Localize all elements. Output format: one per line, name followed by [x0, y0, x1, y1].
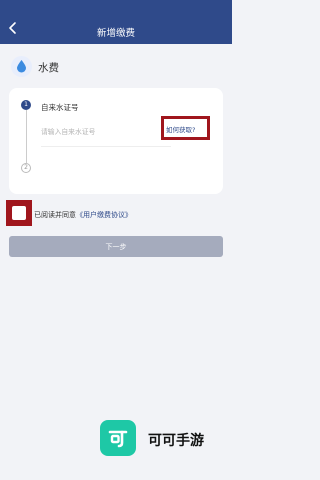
step-indicator-1: 1	[21, 100, 31, 110]
agreement-text: 已阅读并同意《用户缴费协议》	[34, 210, 132, 220]
watermark-logo	[100, 420, 136, 456]
how-to-get-label: 如何获取?	[166, 126, 196, 134]
agreement-link[interactable]: 《用户缴费协议》	[76, 211, 132, 219]
next-button[interactable]: 下一步	[9, 236, 223, 257]
navigation-bar: 新增缴费	[0, 0, 232, 44]
watermark-brand: 可可手游	[148, 433, 204, 449]
water-drop-icon	[11, 56, 32, 77]
step-indicator-2: 2	[21, 163, 31, 173]
agreement-checkbox[interactable]	[6, 200, 32, 226]
watermark: 可可手游	[100, 420, 232, 460]
service-name: 水费	[38, 62, 59, 74]
agreement-row: 已阅读并同意《用户缴费协议》	[0, 198, 232, 228]
page-title: 新增缴费	[96, 28, 135, 39]
form-card: 1 2 自来水证号 如何获取?	[9, 88, 223, 194]
field-label: 自来水证号	[41, 103, 79, 112]
service-row: 水费	[0, 54, 232, 80]
field-underline	[41, 146, 171, 147]
logo-glyph-icon	[108, 430, 128, 448]
checkbox-box	[12, 206, 26, 220]
step-connector	[25, 110, 27, 163]
agreement-prefix: 已阅读并同意	[34, 211, 76, 219]
water-account-input[interactable]	[41, 126, 161, 138]
how-to-get-button[interactable]: 如何获取?	[161, 116, 210, 140]
